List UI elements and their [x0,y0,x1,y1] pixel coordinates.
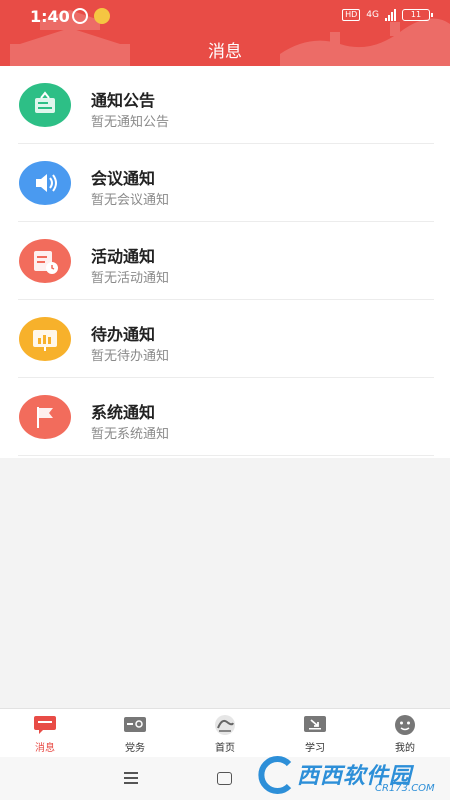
item-subtitle: 暂无活动通知 [91,271,170,286]
watermark: 西西软件园 CR173.COM [255,752,445,798]
chart-board-icon [19,317,71,361]
message-icon [34,716,56,734]
party-affairs-icon [124,717,146,732]
tab-study[interactable]: 学习 [270,709,360,757]
battery-level: 11 [410,10,422,19]
list-item-system[interactable]: 系统通知 暂无系统通知 [0,378,450,456]
profile-icon [395,715,415,735]
item-title: 通知公告 [91,91,156,110]
list-item-notice[interactable]: 通知公告 暂无通知公告 [0,66,450,144]
study-icon [304,716,326,732]
home-emblem-icon [215,715,235,735]
battery-icon: 11 [402,9,433,21]
home-button[interactable] [217,772,232,785]
speaker-icon [19,161,71,205]
watermark-logo-icon [258,756,292,794]
item-subtitle: 暂无待办通知 [91,349,170,364]
item-title: 会议通知 [91,169,156,188]
list-item-activity[interactable]: 活动通知 暂无活动通知 [0,222,450,300]
bottom-tab-bar: 消息 党务 首页 学习 我的 [0,708,450,757]
tab-label: 党务 [125,743,145,754]
divider [18,455,434,456]
item-subtitle: 暂无系统通知 [91,427,170,442]
list-item-meeting[interactable]: 会议通知 暂无会议通知 [0,144,450,222]
list-item-todo[interactable]: 待办通知 暂无待办通知 [0,300,450,378]
weibo-icon [94,8,110,24]
calendar-clock-icon [19,239,71,283]
item-title: 活动通知 [91,247,156,266]
signal-icon [385,9,396,21]
tab-profile[interactable]: 我的 [360,709,450,757]
tab-label: 消息 [35,743,55,754]
item-title: 系统通知 [91,403,156,422]
item-title: 待办通知 [91,325,156,344]
app-header: 1:40 HD 4G 11 消息 [0,0,450,66]
tab-party-affairs[interactable]: 党务 [90,709,180,757]
tab-home[interactable]: 首页 [180,709,270,757]
item-subtitle: 暂无通知公告 [91,115,170,130]
flag-icon [19,395,71,439]
alarm-icon [72,8,88,24]
hd-badge: HD [342,9,361,21]
tab-message[interactable]: 消息 [0,709,90,757]
menu-icon[interactable] [124,772,138,787]
status-bar: 1:40 HD 4G 11 [0,0,450,32]
network-label: 4G [366,10,379,20]
watermark-sub: CR173.COM [375,783,435,794]
notice-board-icon [19,83,71,127]
message-list: 通知公告 暂无通知公告 会议通知 暂无会议通知 活动通知 暂无活动通知 待办通知… [0,66,450,458]
item-subtitle: 暂无会议通知 [91,193,170,208]
page-title: 消息 [208,42,242,62]
status-time: 1:40 [30,7,70,26]
